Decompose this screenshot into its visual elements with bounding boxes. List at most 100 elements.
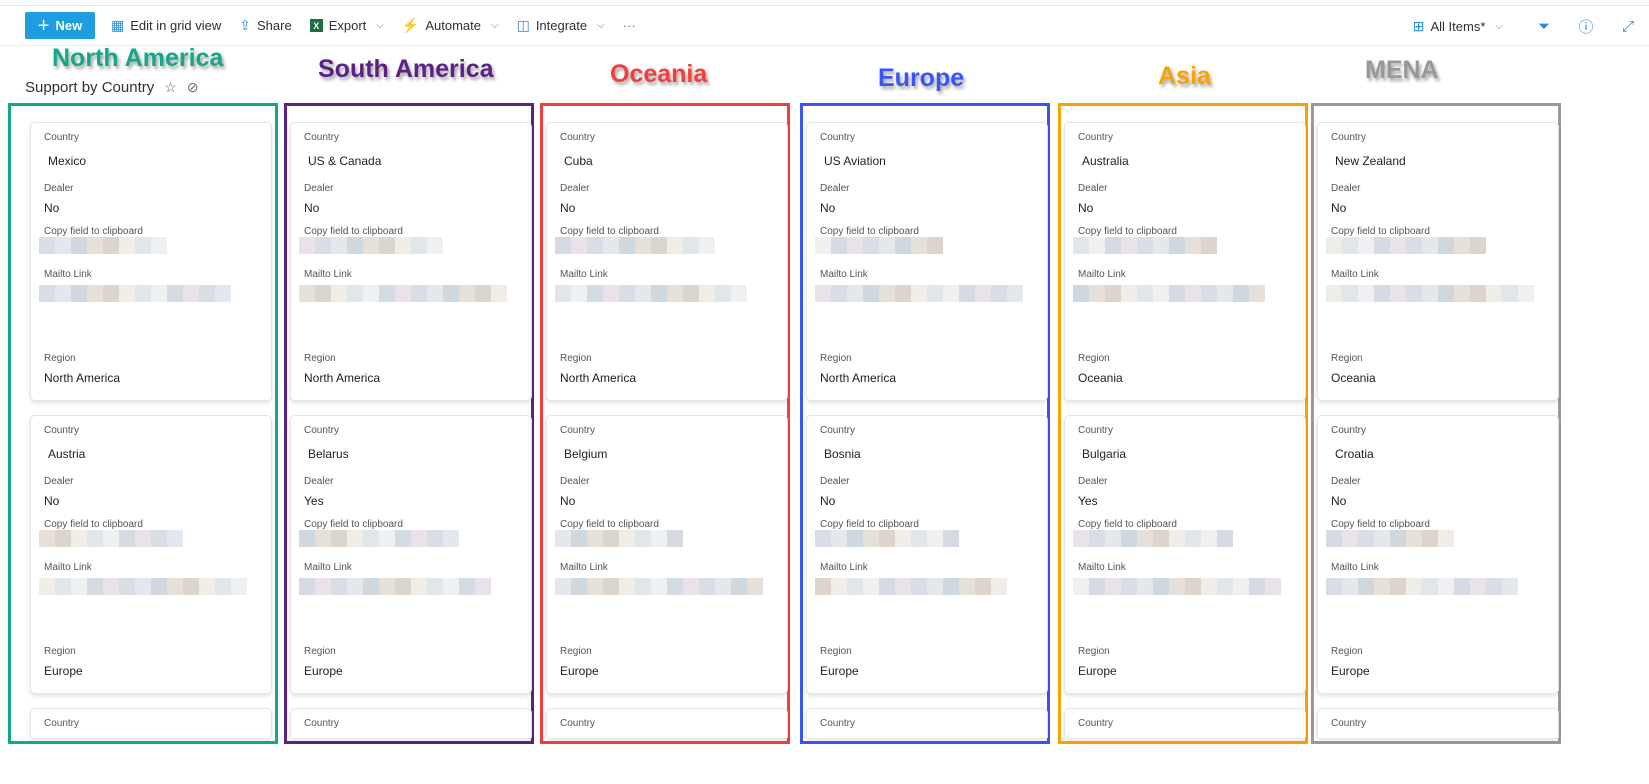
redacted-value[interactable] — [1073, 530, 1233, 547]
redacted-value[interactable] — [815, 530, 959, 547]
region-label: Region — [1331, 353, 1363, 364]
share-button[interactable]: ⇪ Share — [239, 17, 291, 34]
redacted-value[interactable] — [815, 578, 1007, 595]
country-card[interactable]: Country Belarus Dealer Yes Copy field to… — [290, 415, 532, 694]
country-card[interactable]: Country Belgium Dealer No Copy field to … — [546, 415, 788, 694]
dealer-label: Dealer — [1331, 476, 1361, 487]
redacted-value[interactable] — [555, 578, 763, 595]
redacted-value[interactable] — [299, 285, 507, 302]
automate-label: Automate — [425, 18, 481, 33]
info-icon[interactable]: ⓘ — [1565, 16, 1607, 37]
redacted-value[interactable] — [815, 285, 1023, 302]
country-value: Australia — [1082, 154, 1129, 168]
redacted-value[interactable] — [1073, 237, 1217, 254]
copy-field-label: Copy field to clipboard — [44, 226, 143, 237]
region-annotation: South America — [318, 55, 494, 83]
country-value: Belgium — [564, 447, 608, 461]
export-button[interactable]: X Export ⌵ — [309, 18, 384, 33]
mailto-label: Mailto Link — [820, 562, 868, 573]
country-card[interactable]: Country — [546, 708, 788, 738]
country-label: Country — [1078, 132, 1114, 143]
chevron-down-icon: ⌵ — [376, 20, 384, 31]
redacted-value[interactable] — [1073, 578, 1281, 595]
country-card[interactable]: Country US Aviation Dealer No Copy field… — [806, 122, 1048, 401]
region-label: Region — [304, 646, 336, 657]
country-label: Country — [1078, 425, 1114, 436]
country-value: Bulgaria — [1082, 447, 1127, 461]
redacted-value[interactable] — [1326, 578, 1518, 595]
redacted-value[interactable] — [299, 578, 491, 595]
filter-icon[interactable]: ⏷ — [1523, 18, 1565, 35]
edit-grid-button[interactable]: ▦ Edit in grid view — [111, 17, 221, 34]
redacted-value[interactable] — [1326, 285, 1534, 302]
redacted-value[interactable] — [555, 530, 683, 547]
country-label: Country — [820, 425, 856, 436]
excel-icon: X — [309, 19, 323, 32]
redacted-value[interactable] — [555, 285, 747, 302]
region-value: Europe — [560, 664, 599, 678]
country-card[interactable]: Country — [1317, 708, 1559, 738]
dealer-value: No — [44, 494, 60, 508]
mailto-label: Mailto Link — [1078, 269, 1126, 280]
region-column: Country Australia Dealer No Copy field t… — [1058, 103, 1308, 744]
check-circle-icon[interactable]: ⊘ — [187, 79, 199, 96]
country-value: Cuba — [564, 154, 593, 168]
more-button[interactable]: ··· — [623, 18, 636, 33]
country-card[interactable]: Country — [290, 708, 532, 738]
region-label: Region — [820, 646, 852, 657]
country-value: New Zealand — [1335, 154, 1406, 168]
copy-field-label: Copy field to clipboard — [44, 519, 143, 530]
redacted-value[interactable] — [39, 237, 167, 254]
dealer-label: Dealer — [1078, 476, 1108, 487]
redacted-value[interactable] — [555, 237, 715, 254]
new-button[interactable]: + New — [25, 12, 95, 39]
country-card[interactable]: Country New Zealand Dealer No Copy field… — [1317, 122, 1559, 401]
region-column: Country US & Canada Dealer No Copy field… — [284, 103, 534, 744]
region-value: North America — [560, 371, 637, 385]
country-card[interactable]: Country — [30, 708, 272, 738]
country-label: Country — [560, 132, 596, 143]
country-card[interactable]: Country — [1064, 708, 1306, 738]
country-card[interactable]: Country Australia Dealer No Copy field t… — [1064, 122, 1306, 401]
redacted-value[interactable] — [299, 237, 443, 254]
country-value: Austria — [48, 447, 86, 461]
grid-icon: ▦ — [111, 17, 125, 33]
dealer-value: No — [1331, 494, 1347, 508]
mailto-label: Mailto Link — [1078, 562, 1126, 573]
redacted-value[interactable] — [815, 237, 943, 254]
country-label: Country — [1331, 718, 1367, 729]
country-label: Country — [304, 425, 340, 436]
country-card[interactable]: Country Mexico Dealer No Copy field to c… — [30, 122, 272, 401]
region-value: North America — [820, 371, 897, 385]
view-selector[interactable]: ⊞ All Items* ⌵ — [1413, 18, 1503, 35]
country-label: Country — [560, 718, 596, 729]
copy-field-label: Copy field to clipboard — [560, 226, 659, 237]
redacted-value[interactable] — [39, 530, 183, 547]
country-card[interactable]: Country Cuba Dealer No Copy field to cli… — [546, 122, 788, 401]
country-card[interactable]: Country Croatia Dealer No Copy field to … — [1317, 415, 1559, 694]
redacted-value[interactable] — [1073, 285, 1265, 302]
view-label: All Items* — [1430, 18, 1486, 34]
country-value: Croatia — [1335, 447, 1374, 461]
country-value: Belarus — [308, 447, 349, 461]
mailto-label: Mailto Link — [44, 269, 92, 280]
automate-button[interactable]: ⚡ Automate ⌵ — [402, 17, 499, 34]
plus-icon: + — [37, 14, 50, 37]
redacted-value[interactable] — [299, 530, 459, 547]
mailto-label: Mailto Link — [304, 269, 352, 280]
dealer-label: Dealer — [304, 476, 334, 487]
dealer-value: No — [44, 201, 60, 215]
integrate-button[interactable]: ◫ Integrate ⌵ — [517, 17, 605, 34]
redacted-value[interactable] — [1326, 530, 1454, 547]
redacted-value[interactable] — [1326, 237, 1486, 254]
redacted-value[interactable] — [39, 578, 247, 595]
star-icon[interactable]: ☆ — [164, 79, 177, 96]
country-card[interactable]: Country Bulgaria Dealer Yes Copy field t… — [1064, 415, 1306, 694]
expand-icon[interactable]: ⤢ — [1607, 18, 1649, 35]
new-label: New — [55, 18, 83, 33]
country-card[interactable]: Country — [806, 708, 1048, 738]
country-card[interactable]: Country Bosnia Dealer No Copy field to c… — [806, 415, 1048, 694]
redacted-value[interactable] — [39, 285, 231, 302]
country-card[interactable]: Country Austria Dealer No Copy field to … — [30, 415, 272, 694]
country-card[interactable]: Country US & Canada Dealer No Copy field… — [290, 122, 532, 401]
